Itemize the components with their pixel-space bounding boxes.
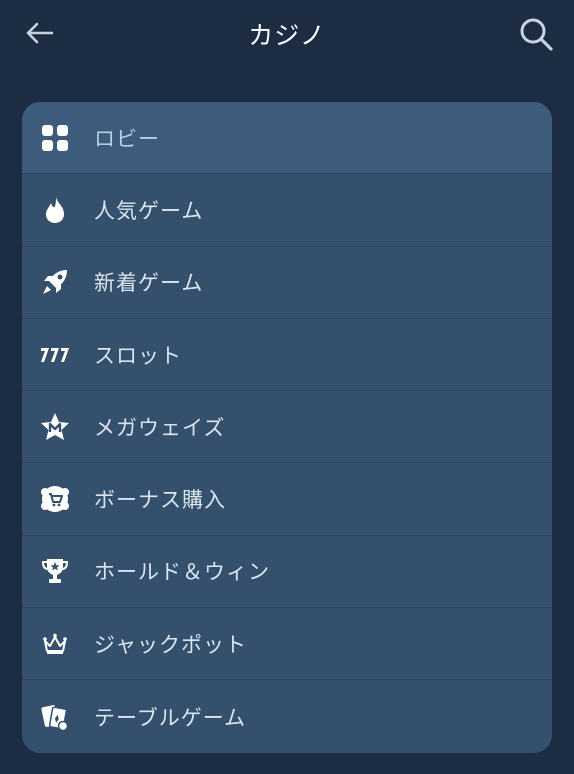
trophy-icon xyxy=(40,556,70,586)
menu-item-jackpot[interactable]: ジャックポット xyxy=(22,608,552,681)
menu-item-label: テーブルゲーム xyxy=(94,705,247,730)
flame-icon xyxy=(40,195,70,225)
menu-item-label: 人気ゲーム xyxy=(94,198,204,223)
menu-item-megaways[interactable]: メガウェイズ xyxy=(22,391,552,464)
app-header: カジノ xyxy=(0,0,574,72)
search-button[interactable] xyxy=(516,14,556,54)
menu-item-label: ロビー xyxy=(94,126,160,151)
grid-icon xyxy=(40,123,70,153)
menu-item-popular[interactable]: 人気ゲーム xyxy=(22,174,552,247)
slot-777-icon xyxy=(40,340,70,370)
rocket-icon xyxy=(40,267,70,297)
menu-item-label: ジャックポット xyxy=(94,632,247,657)
megaways-star-icon xyxy=(40,412,70,442)
page-title: カジノ xyxy=(248,21,326,50)
casino-menu: ロビー 人気ゲーム 新着ゲーム スロット メガウェイズ ボーナス購入 ホールド＆… xyxy=(22,102,552,753)
menu-item-label: ボーナス購入 xyxy=(94,488,226,513)
menu-item-label: 新着ゲーム xyxy=(94,271,204,296)
menu-item-label: ホールド＆ウィン xyxy=(94,560,270,585)
crown-icon xyxy=(40,629,70,659)
menu-item-hold-and-win[interactable]: ホールド＆ウィン xyxy=(22,536,552,609)
menu-item-lobby[interactable]: ロビー xyxy=(22,102,552,175)
menu-item-slots[interactable]: スロット xyxy=(22,319,552,392)
bonus-cart-icon xyxy=(40,484,70,514)
menu-item-label: スロット xyxy=(94,343,182,368)
menu-item-label: メガウェイズ xyxy=(94,415,226,440)
search-icon xyxy=(520,18,553,51)
cards-icon xyxy=(40,702,70,732)
menu-item-bonus-buy[interactable]: ボーナス購入 xyxy=(22,463,552,536)
menu-item-table-games[interactable]: テーブルゲーム xyxy=(22,680,552,752)
menu-item-new[interactable]: 新着ゲーム xyxy=(22,247,552,319)
